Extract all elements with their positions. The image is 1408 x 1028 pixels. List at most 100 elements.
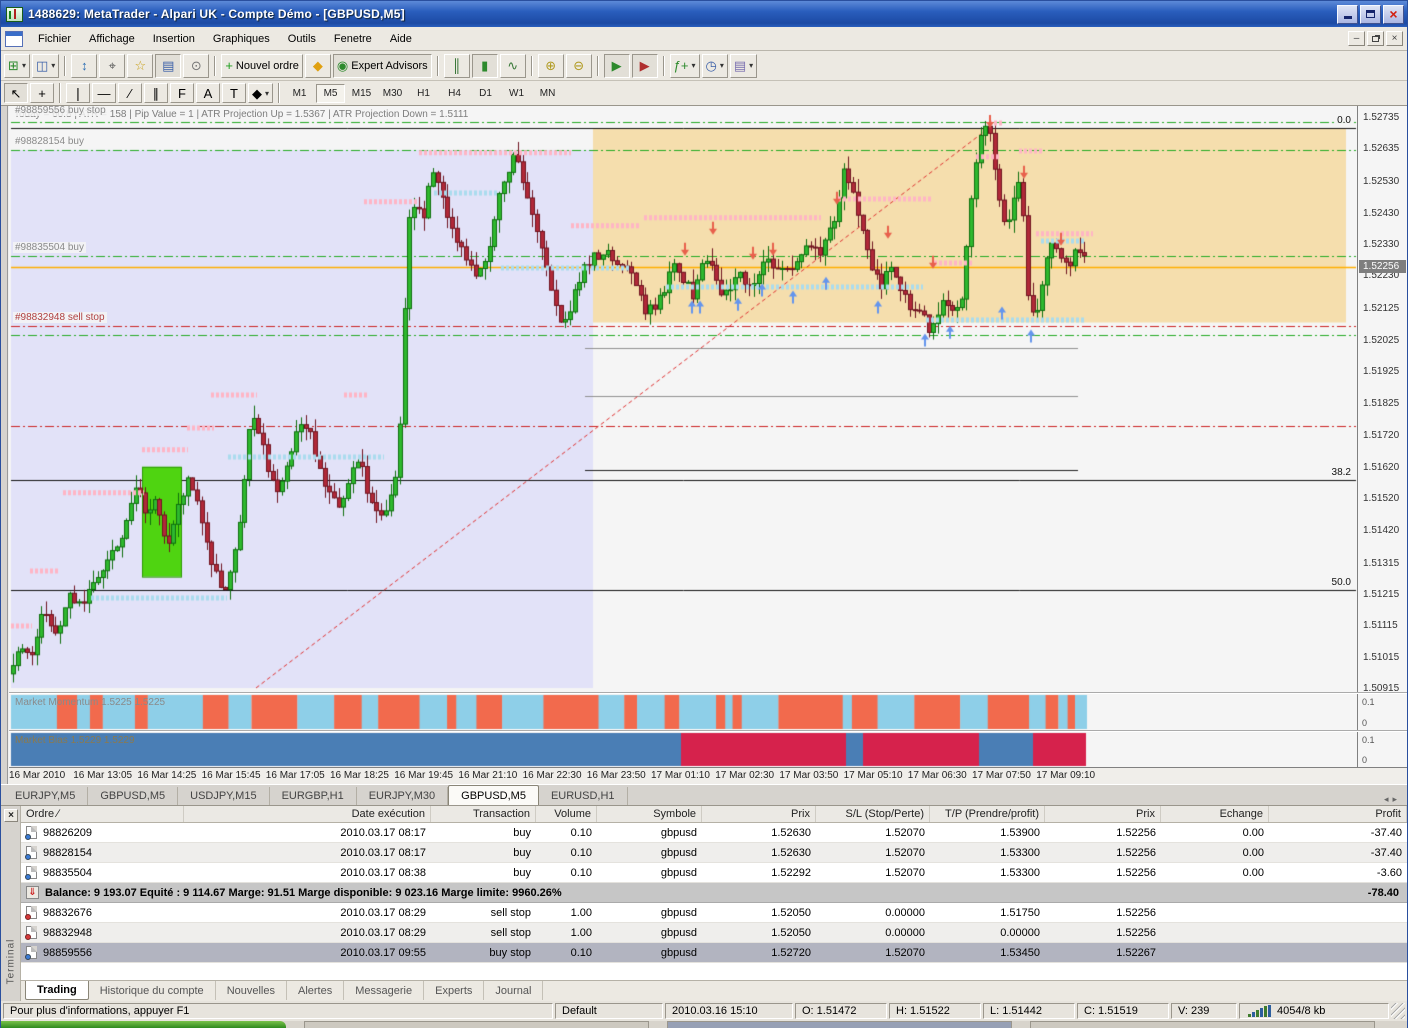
chart-tab-gbpusd-m5[interactable]: GBPUSD,M5: [448, 785, 539, 805]
mdi-minimize-button[interactable]: –: [1348, 31, 1365, 46]
order-row-98835504[interactable]: 988355042010.03.17 08:38buy0.10gbpusd1.5…: [21, 863, 1407, 883]
terminal-tab-experts[interactable]: Experts: [424, 981, 484, 1000]
order-row-98828154[interactable]: 988281542010.03.17 08:17buy0.10gbpusd1.5…: [21, 843, 1407, 863]
metaquotes-button[interactable]: ◆: [305, 54, 331, 78]
chart-tab-usdjpy-m15[interactable]: USDJPY,M15: [178, 787, 269, 805]
column-header-prix[interactable]: Prix: [1045, 806, 1161, 822]
minimize-button[interactable]: [1337, 5, 1358, 24]
menu-outils[interactable]: Outils: [279, 30, 325, 48]
terminal-tab-journal[interactable]: Journal: [484, 981, 543, 1000]
text-label-tool-button[interactable]: T: [222, 83, 246, 103]
indicators-button[interactable]: ƒ+▾: [670, 54, 700, 78]
text-tool-button[interactable]: A: [196, 83, 220, 103]
new-order-button[interactable]: +Nouvel ordre: [221, 54, 303, 78]
chart-shift-button[interactable]: ▶: [632, 54, 658, 78]
column-header-profit[interactable]: Profit: [1269, 806, 1407, 822]
terminal-button[interactable]: ▤: [155, 54, 181, 78]
line-chart-button[interactable]: ∿: [500, 54, 526, 78]
data-window-button[interactable]: ⌖: [99, 54, 125, 78]
strategy-tester-button[interactable]: ⊙: [183, 54, 209, 78]
menu-aide[interactable]: Aide: [381, 30, 421, 48]
terminal-tab-historique-du-compte[interactable]: Historique du compte: [89, 981, 216, 1000]
menu-fichier[interactable]: Fichier: [29, 30, 80, 48]
new-chart-button[interactable]: ⊞▾: [4, 54, 30, 78]
momentum-canvas[interactable]: [9, 694, 1358, 730]
timeframe-m1[interactable]: M1: [285, 84, 314, 103]
taskbar-button-active[interactable]: [667, 1021, 1012, 1028]
tab-scroll-left-icon[interactable]: ◂: [1384, 794, 1389, 805]
menu-insertion[interactable]: Insertion: [144, 30, 204, 48]
zoom-in-button[interactable]: ⊕: [538, 54, 564, 78]
terminal-tab-alertes[interactable]: Alertes: [287, 981, 344, 1000]
vertical-line-tool-button[interactable]: ❘: [66, 83, 90, 103]
timeframe-h4[interactable]: H4: [440, 84, 469, 103]
crosshair-tool-button[interactable]: +: [30, 83, 54, 103]
timeframe-h1[interactable]: H1: [409, 84, 438, 103]
mdi-restore-button[interactable]: [1367, 31, 1384, 46]
chart-tab-eurjpy-m30[interactable]: EURJPY,M30: [357, 787, 448, 805]
maximize-button[interactable]: [1360, 5, 1381, 24]
price-chart-canvas[interactable]: [9, 106, 1358, 692]
column-header-echange[interactable]: Echange: [1161, 806, 1269, 822]
column-header-transaction[interactable]: Transaction: [431, 806, 536, 822]
bias-canvas[interactable]: [9, 732, 1358, 767]
column-header-t-p-prendre-profit-[interactable]: T/P (Prendre/profit): [930, 806, 1045, 822]
column-header-prix[interactable]: Prix: [702, 806, 816, 822]
timeframe-w1[interactable]: W1: [502, 84, 531, 103]
timeframe-m5[interactable]: M5: [316, 84, 345, 103]
close-button[interactable]: ×: [1383, 5, 1404, 24]
column-header-date-ex-cution[interactable]: Date exécution: [184, 806, 431, 822]
order-row-98859556[interactable]: 988595562010.03.17 09:55buy stop0.10gbpu…: [21, 943, 1407, 963]
order-row-98832948[interactable]: 988329482010.03.17 08:29sell stop1.00gbp…: [21, 923, 1407, 943]
taskbar-button[interactable]: [1030, 1021, 1375, 1028]
column-header-symbole[interactable]: Symbole: [597, 806, 702, 822]
column-header-volume[interactable]: Volume: [536, 806, 597, 822]
column-header-ordre[interactable]: Ordre ∕: [21, 806, 184, 822]
market-watch-button[interactable]: ↕: [71, 54, 97, 78]
resize-grip[interactable]: [1391, 1003, 1405, 1019]
status-profile[interactable]: Default: [555, 1003, 663, 1019]
window-titlebar[interactable]: 1488629: MetaTrader - Alpari UK - Compte…: [1, 1, 1407, 27]
chart-tab-gbpusd-m5[interactable]: GBPUSD,M5: [88, 787, 178, 805]
taskbar-button[interactable]: [304, 1021, 649, 1028]
terminal-tab-messagerie[interactable]: Messagerie: [344, 981, 424, 1000]
timeframe-m15[interactable]: M15: [347, 84, 376, 103]
chart-tab-eurusd-h1[interactable]: EURUSD,H1: [539, 787, 628, 805]
start-button-fragment[interactable]: [1, 1021, 286, 1028]
horizontal-line-tool-button[interactable]: —: [92, 83, 116, 103]
fibonacci-tool-button[interactable]: F: [170, 83, 194, 103]
tab-scroll-right-icon[interactable]: ▸: [1392, 794, 1397, 805]
templates-button[interactable]: ▤▾: [730, 54, 757, 78]
terminal-tab-trading[interactable]: Trading: [25, 981, 89, 1000]
channel-tool-button[interactable]: ∥: [144, 83, 168, 103]
mdi-close-button[interactable]: ×: [1386, 31, 1403, 46]
arrows-tool-button[interactable]: ◆▾: [248, 83, 273, 103]
order-row-98826209[interactable]: 988262092010.03.17 08:17buy0.10gbpusd1.5…: [21, 823, 1407, 843]
timeframe-mn[interactable]: MN: [533, 84, 562, 103]
profiles-button[interactable]: ◫▾: [32, 54, 59, 78]
bar-chart-button[interactable]: ║: [444, 54, 470, 78]
status-o: O: 1.51472: [795, 1003, 887, 1019]
cursor-tool-button[interactable]: ↖: [4, 83, 28, 103]
terminal-tab-nouvelles[interactable]: Nouvelles: [216, 981, 287, 1000]
navigator-button[interactable]: ☆: [127, 54, 153, 78]
terminal-gutter: × Terminal: [1, 806, 21, 1001]
auto-scroll-button[interactable]: ▶: [604, 54, 630, 78]
expert-advisors-button[interactable]: ◉Expert Advisors: [333, 54, 432, 78]
chart-tab-eurjpy-m5[interactable]: EURJPY,M5: [3, 787, 88, 805]
candle-chart-button[interactable]: ▮: [472, 54, 498, 78]
chart-tab-eurgbp-h1[interactable]: EURGBP,H1: [270, 787, 357, 805]
zoom-out-button[interactable]: ⊖: [566, 54, 592, 78]
terminal-close-button[interactable]: ×: [4, 809, 18, 822]
sell-order-dot-icon: [25, 914, 31, 920]
column-header-s-l-stop-perte-[interactable]: S/L (Stop/Perte): [816, 806, 930, 822]
menu-graphiques[interactable]: Graphiques: [204, 30, 279, 48]
periods-button[interactable]: ◷▾: [702, 54, 728, 78]
timeframe-d1[interactable]: D1: [471, 84, 500, 103]
menu-fenetre[interactable]: Fenetre: [325, 30, 381, 48]
order-row-98832676[interactable]: 988326762010.03.17 08:29sell stop1.00gbp…: [21, 903, 1407, 923]
timeframe-m30[interactable]: M30: [378, 84, 407, 103]
menu-affichage[interactable]: Affichage: [80, 30, 144, 48]
balance-row[interactable]: ⇓Balance: 9 193.07 Equité : 9 114.67 Mar…: [21, 883, 1407, 903]
trend-line-tool-button[interactable]: ∕: [118, 83, 142, 103]
